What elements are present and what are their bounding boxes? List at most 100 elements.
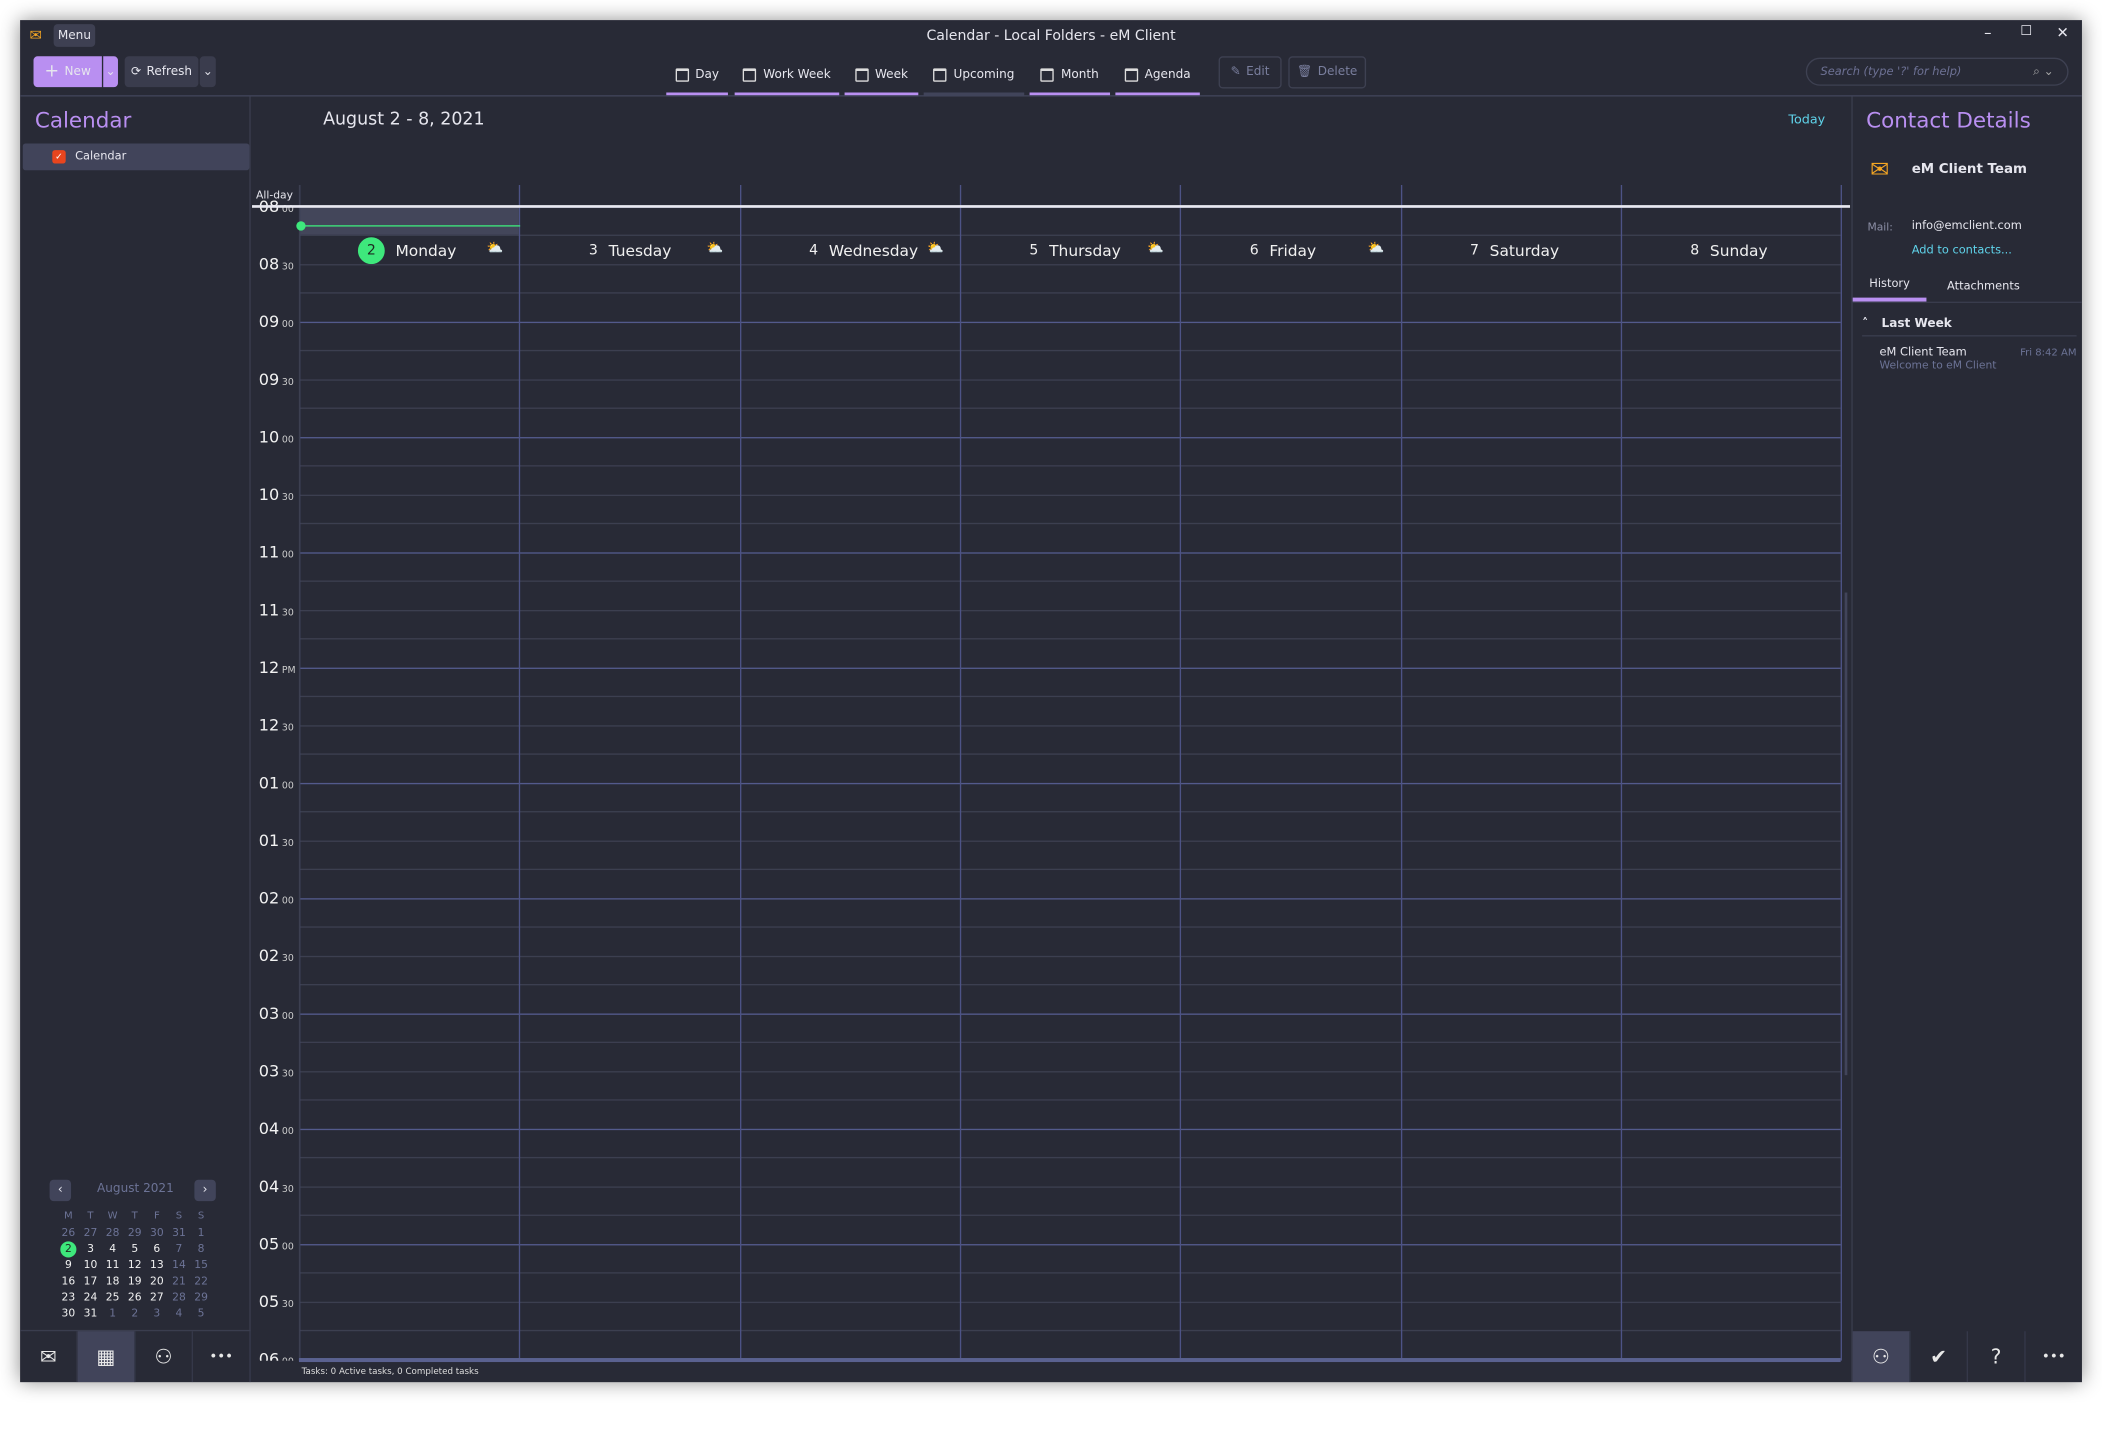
delete-button[interactable]: 🗑 Delete — [1288, 56, 1367, 89]
mini-calendar-day[interactable]: 24 — [80, 1291, 101, 1303]
contact-avatar-icon: ✉ — [1870, 156, 1890, 184]
history-item[interactable]: eM Client Team Fri 8:42 AM Welcome to eM … — [1880, 346, 2077, 371]
mini-calendar-day[interactable]: 6 — [146, 1243, 167, 1255]
refresh-button[interactable]: ⟳ Refresh — [124, 56, 199, 88]
mini-calendar-day[interactable]: 9 — [58, 1259, 79, 1271]
mini-calendar-day[interactable]: 19 — [124, 1275, 145, 1287]
time-label: 02 30 — [258, 945, 294, 965]
history-group-label: Last Week — [1881, 317, 1952, 332]
mini-calendar-day[interactable]: 22 — [190, 1275, 211, 1287]
mini-calendar-day[interactable]: 13 — [146, 1259, 167, 1271]
edit-button[interactable]: ✎ Edit — [1218, 56, 1282, 89]
mini-calendar-day[interactable]: 26 — [58, 1227, 79, 1239]
prev-month-button[interactable]: ‹ — [49, 1179, 72, 1202]
mini-calendar-day[interactable]: 7 — [168, 1243, 189, 1255]
time-slot-line — [298, 407, 1841, 409]
mini-calendar-day[interactable]: 23 — [58, 1291, 79, 1303]
mini-calendar-day[interactable]: 31 — [168, 1227, 189, 1239]
mini-calendar-day[interactable]: 18 — [102, 1275, 123, 1287]
mini-calendar-day[interactable]: 2 — [60, 1241, 77, 1258]
more-nav-button[interactable]: ••• — [2026, 1331, 2082, 1383]
checkbox-checked-icon[interactable]: ✓ — [52, 150, 66, 164]
mini-calendar-day[interactable]: 10 — [80, 1259, 101, 1271]
search-icon[interactable]: ⌕ ⌄ — [2033, 65, 2054, 78]
tasks-nav-button[interactable]: ✔ — [1910, 1331, 1969, 1383]
mini-calendar-day[interactable]: 1 — [102, 1307, 123, 1319]
time-slot-line — [298, 724, 1841, 726]
time-slot-line — [298, 522, 1841, 525]
calendar-nav-button[interactable]: ▦ — [77, 1331, 136, 1383]
mini-calendar-day[interactable]: 5 — [190, 1307, 211, 1319]
today-button[interactable]: Today — [1788, 113, 1825, 128]
mini-calendar-day[interactable]: 3 — [80, 1243, 101, 1255]
tab-view-month[interactable]: Month — [1029, 56, 1111, 97]
add-to-contacts-link[interactable]: Add to contacts... — [1912, 244, 2012, 257]
mini-calendar-day[interactable]: 1 — [190, 1227, 211, 1239]
mail-nav-button[interactable]: ✉ — [20, 1331, 78, 1383]
tab-view-day[interactable]: Day — [666, 56, 728, 97]
mini-calendar-day[interactable]: 20 — [146, 1275, 167, 1287]
mini-calendar-day[interactable]: 16 — [58, 1275, 79, 1287]
time-label: 03 00 — [258, 1003, 294, 1023]
mini-calendar-day[interactable]: 4 — [168, 1307, 189, 1319]
mini-calendar-day[interactable]: 4 — [102, 1243, 123, 1255]
close-icon[interactable]: ✕ — [2056, 24, 2068, 41]
mini-calendar-day[interactable]: 3 — [146, 1307, 167, 1319]
minimize-icon[interactable]: – — [1984, 24, 1991, 41]
week-grid[interactable]: 08 00 08 30 09 00 09 30 10 00 10 30 11 00 11 30 12 PM 12 30… — [252, 185, 1850, 1361]
new-button[interactable]: + New — [33, 56, 102, 88]
vertical-scrollbar[interactable] — [1844, 592, 1848, 1076]
mini-calendar-day[interactable]: 25 — [102, 1291, 123, 1303]
tab-history[interactable]: History — [1852, 271, 1927, 302]
mini-calendar-day[interactable]: 17 — [80, 1275, 101, 1287]
time-slot-line — [298, 1214, 1841, 1216]
mini-calendar-day[interactable]: 30 — [146, 1227, 167, 1239]
mini-calendar-day[interactable]: 2 — [124, 1307, 145, 1319]
tab-view-work-week[interactable]: Work Week — [734, 56, 840, 97]
contact-icon: ⚇ — [1871, 1344, 1890, 1369]
refresh-label: Refresh — [146, 65, 193, 79]
mini-calendar-day[interactable]: 11 — [102, 1259, 123, 1271]
time-slot-line — [298, 1041, 1841, 1043]
mini-calendar-day[interactable]: 27 — [146, 1291, 167, 1303]
mini-calendar-day[interactable]: 29 — [190, 1291, 211, 1303]
mini-calendar-day[interactable]: 21 — [168, 1275, 189, 1287]
tab-view-week[interactable]: Week — [844, 56, 919, 97]
mini-calendar-day[interactable]: 5 — [124, 1243, 145, 1255]
selected-time-slot[interactable] — [300, 205, 520, 235]
history-group-header[interactable]: ˄ Last Week — [1862, 317, 2077, 337]
maximize-icon[interactable]: ☐ — [2020, 24, 2032, 39]
mini-calendar-day[interactable]: 30 — [58, 1307, 79, 1319]
mini-calendar-day[interactable]: 29 — [124, 1227, 145, 1239]
sidebar-item-calendar[interactable]: ✓ Calendar — [22, 143, 250, 171]
time-label: 11 00 — [258, 542, 294, 562]
time-label: 01 00 — [258, 772, 294, 792]
tab-view-upcoming[interactable]: Upcoming — [923, 56, 1025, 97]
contact-email[interactable]: info@emclient.com — [1912, 220, 2022, 233]
time-slot-line — [298, 897, 1841, 899]
mini-calendar-day[interactable]: 8 — [190, 1243, 211, 1255]
help-nav-button[interactable]: ? — [1968, 1331, 2026, 1383]
weekday-label: T — [131, 1209, 138, 1222]
new-dropdown-icon[interactable]: ⌄ — [103, 56, 118, 88]
mini-calendar-day[interactable]: 28 — [102, 1227, 123, 1239]
next-month-button[interactable]: › — [194, 1179, 216, 1202]
collapse-chevron-icon[interactable]: ˄ — [1862, 318, 1868, 331]
time-slot-line — [298, 292, 1841, 294]
search-placeholder: Search (type '?' for help) — [1820, 65, 1962, 79]
mini-calendar-day[interactable]: 28 — [168, 1291, 189, 1303]
mini-calendar-day[interactable]: 26 — [124, 1291, 145, 1303]
contacts-nav-button[interactable]: ⚇ — [135, 1331, 194, 1383]
search-input[interactable]: Search (type '?' for help) ⌕ ⌄ — [1805, 57, 2069, 86]
mini-calendar-day[interactable]: 31 — [80, 1307, 101, 1319]
tab-attachments[interactable]: Attachments — [1933, 271, 2034, 302]
contact-nav-button[interactable]: ⚇ — [1852, 1331, 1911, 1383]
mini-calendar-day[interactable]: 14 — [168, 1259, 189, 1271]
mini-calendar-day[interactable]: 12 — [124, 1259, 145, 1271]
refresh-dropdown-icon[interactable]: ⌄ — [199, 56, 216, 88]
tab-view-agenda[interactable]: Agenda — [1115, 56, 1200, 97]
day-column-divider — [959, 185, 962, 1361]
mini-calendar-day[interactable]: 15 — [190, 1259, 211, 1271]
mini-calendar-day[interactable]: 27 — [80, 1227, 101, 1239]
more-nav-button[interactable]: ••• — [193, 1331, 251, 1383]
